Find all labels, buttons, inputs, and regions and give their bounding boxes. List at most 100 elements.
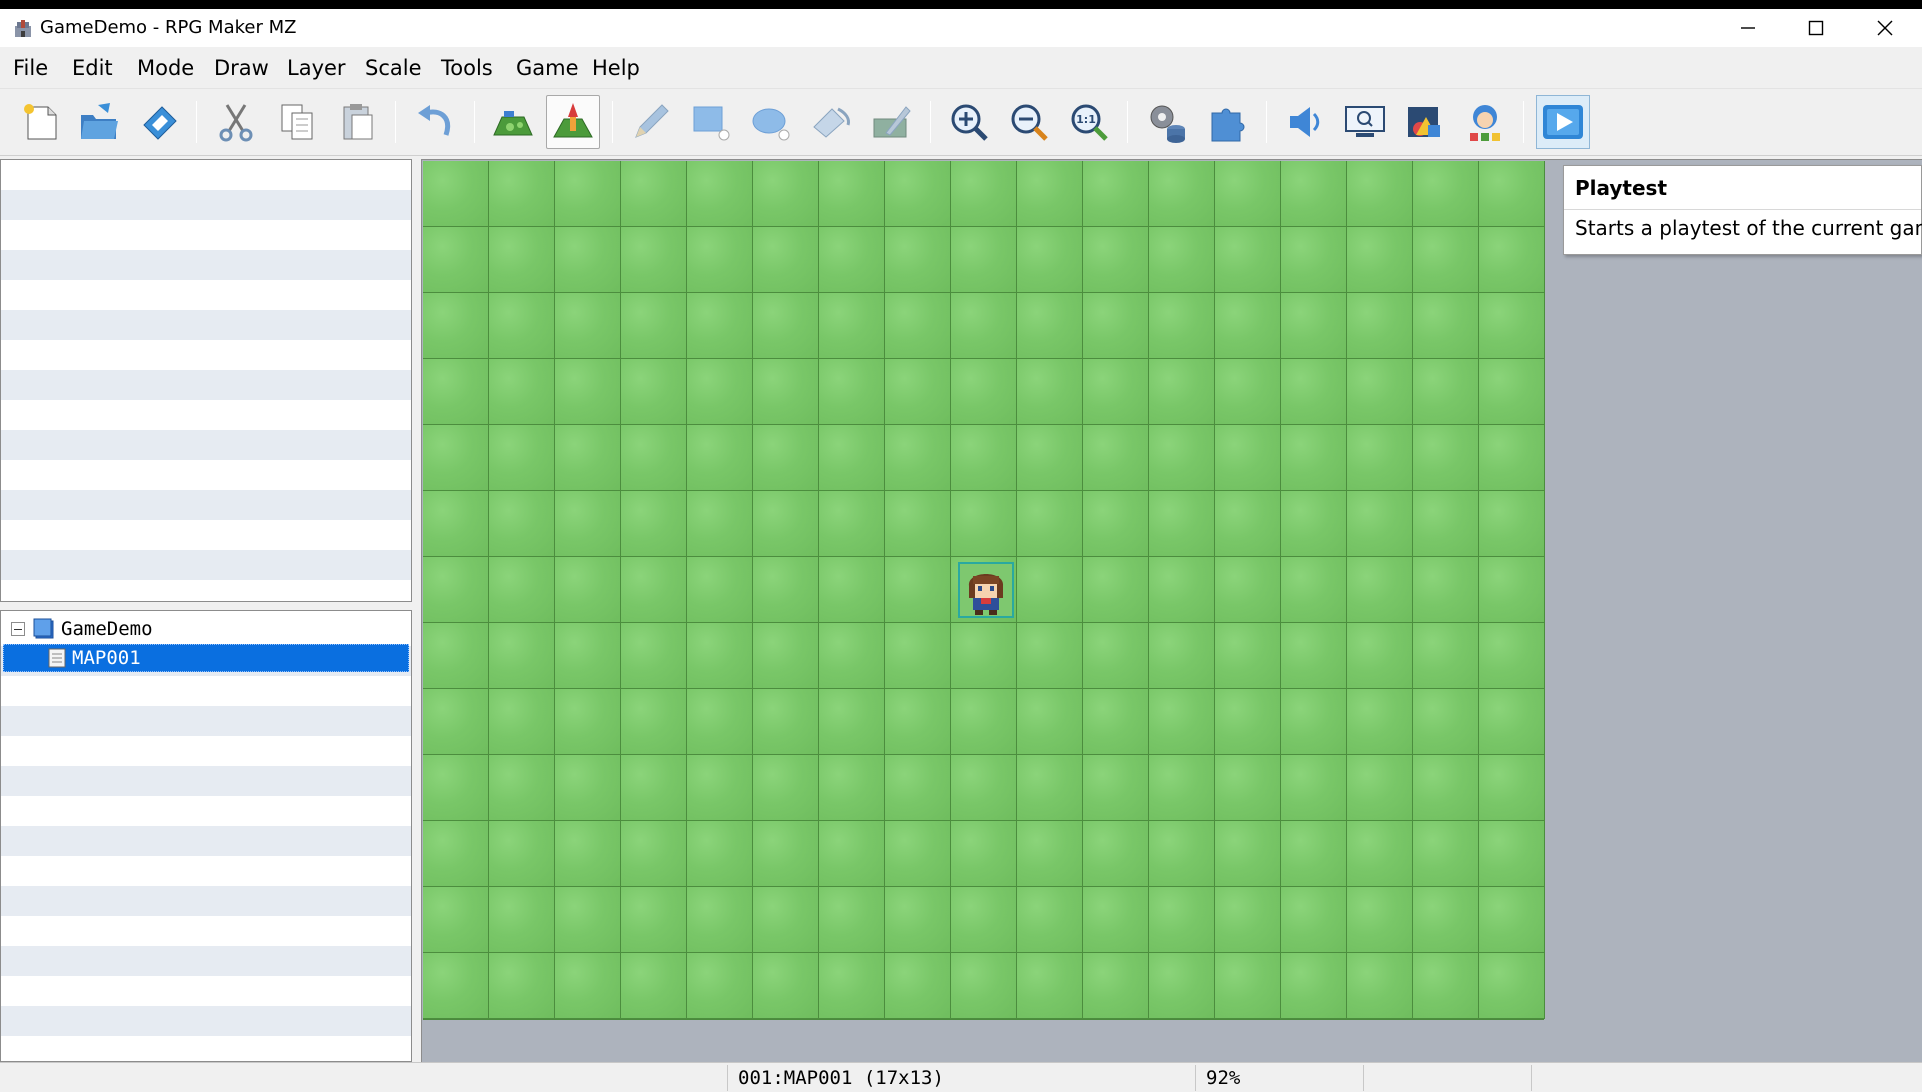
map-tile[interactable] [423, 755, 489, 821]
map-tile[interactable] [423, 821, 489, 887]
map-tile[interactable] [1149, 887, 1215, 953]
menu-edit[interactable]: Edit [66, 51, 119, 85]
map-tile[interactable] [687, 953, 753, 1019]
menu-help[interactable]: Help [586, 51, 646, 85]
map-tile[interactable] [1281, 821, 1347, 887]
map-tile[interactable] [819, 293, 885, 359]
map-tile[interactable] [819, 161, 885, 227]
map-tile[interactable] [687, 293, 753, 359]
map-tile[interactable] [423, 425, 489, 491]
map-tile[interactable] [1017, 359, 1083, 425]
resource-manager-button[interactable] [1398, 95, 1452, 149]
map-tile[interactable] [753, 623, 819, 689]
map-tile[interactable] [1215, 623, 1281, 689]
actual-size-button[interactable]: 1:1 [1062, 95, 1116, 149]
map-tile[interactable] [555, 227, 621, 293]
map-tile[interactable] [489, 887, 555, 953]
map-tile[interactable] [687, 887, 753, 953]
map-tile[interactable] [819, 425, 885, 491]
map-tile[interactable] [1017, 755, 1083, 821]
map-tile[interactable] [819, 689, 885, 755]
map-tile[interactable] [1083, 953, 1149, 1019]
map-tile[interactable] [687, 161, 753, 227]
map-tile[interactable] [1347, 491, 1413, 557]
new-project-button[interactable] [14, 95, 68, 149]
plugin-manager-button[interactable] [1200, 95, 1254, 149]
map-tile[interactable] [1017, 161, 1083, 227]
map-tile[interactable] [1347, 689, 1413, 755]
map-tile[interactable] [753, 689, 819, 755]
map-tile[interactable] [885, 953, 951, 1019]
map-tile[interactable] [621, 623, 687, 689]
map-tile[interactable] [1479, 755, 1545, 821]
map-tile[interactable] [819, 491, 885, 557]
map-tile[interactable] [951, 821, 1017, 887]
map-tile[interactable] [555, 953, 621, 1019]
menu-draw[interactable]: Draw [208, 51, 275, 85]
map-tile[interactable] [1281, 755, 1347, 821]
maximize-button[interactable] [1781, 9, 1851, 47]
map-editor[interactable] [421, 159, 1922, 1062]
map-tile[interactable] [1017, 689, 1083, 755]
map-tile[interactable] [1017, 557, 1083, 623]
map-tile[interactable] [1413, 689, 1479, 755]
map-tile[interactable] [423, 491, 489, 557]
map-tile[interactable] [885, 359, 951, 425]
map-tile[interactable] [621, 953, 687, 1019]
map-tile[interactable] [885, 821, 951, 887]
map-tile[interactable] [753, 293, 819, 359]
map-tile[interactable] [1149, 359, 1215, 425]
map-tile[interactable] [1215, 293, 1281, 359]
map-tile[interactable] [951, 953, 1017, 1019]
map-tile[interactable] [1215, 821, 1281, 887]
undo-button[interactable] [408, 95, 462, 149]
map-tile[interactable] [1413, 557, 1479, 623]
map-tile[interactable] [1149, 425, 1215, 491]
map-tile[interactable] [1149, 161, 1215, 227]
map-tile[interactable] [621, 755, 687, 821]
map-tile[interactable] [621, 227, 687, 293]
map-tile[interactable] [1083, 359, 1149, 425]
map-tile[interactable] [1479, 623, 1545, 689]
map-tile[interactable] [555, 161, 621, 227]
map-tile[interactable] [489, 293, 555, 359]
map-tile[interactable] [1479, 821, 1545, 887]
map-tile[interactable] [423, 689, 489, 755]
map-tile[interactable] [1149, 689, 1215, 755]
map-tile[interactable] [621, 821, 687, 887]
map-tile[interactable] [1215, 755, 1281, 821]
map-tile[interactable] [1347, 557, 1413, 623]
map-tile[interactable] [687, 491, 753, 557]
menu-game[interactable]: Game [510, 51, 585, 85]
map-tile[interactable] [1149, 491, 1215, 557]
map-tile[interactable] [489, 689, 555, 755]
map-tile[interactable] [1281, 953, 1347, 1019]
map-tile[interactable] [489, 227, 555, 293]
cut-button[interactable] [209, 95, 263, 149]
map-tile[interactable] [1347, 425, 1413, 491]
map-tile[interactable] [951, 227, 1017, 293]
map-tile[interactable] [1413, 425, 1479, 491]
map-tile[interactable] [1413, 755, 1479, 821]
copy-button[interactable] [270, 95, 324, 149]
map-tile[interactable] [1413, 491, 1479, 557]
map-tile[interactable] [1017, 425, 1083, 491]
map-tile[interactable] [1347, 359, 1413, 425]
zoom-in-button[interactable] [942, 95, 996, 149]
map-tile[interactable] [423, 359, 489, 425]
map-tile[interactable] [687, 623, 753, 689]
map-tile[interactable] [423, 161, 489, 227]
paste-button[interactable] [330, 95, 384, 149]
map-tile[interactable] [687, 821, 753, 887]
map-tile[interactable] [885, 491, 951, 557]
map-tile[interactable] [819, 557, 885, 623]
map-tile[interactable] [687, 755, 753, 821]
map-tile[interactable] [753, 161, 819, 227]
map-tile[interactable] [951, 491, 1017, 557]
map-tile[interactable] [951, 755, 1017, 821]
map-tile[interactable] [1083, 425, 1149, 491]
map-tile[interactable] [1149, 227, 1215, 293]
ellipse-button[interactable] [744, 95, 798, 149]
map-tree-root[interactable]: GameDemo [11, 615, 407, 643]
map-tile[interactable] [1347, 623, 1413, 689]
